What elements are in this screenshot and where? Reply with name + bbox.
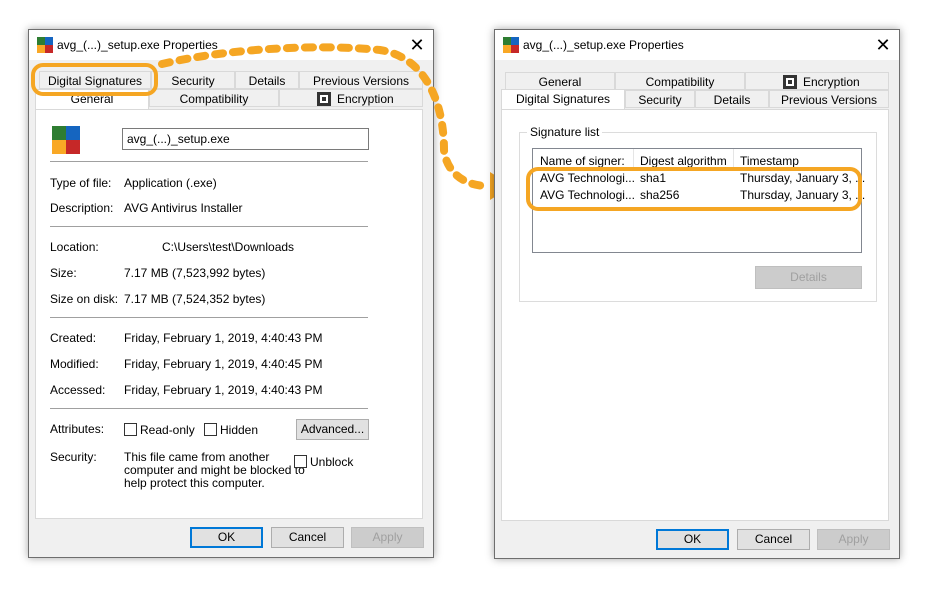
separator (50, 161, 368, 162)
separator (50, 408, 368, 409)
avg-app-icon (37, 37, 53, 53)
tab-previous-versions[interactable]: Previous Versions (769, 90, 889, 108)
security-label: Security: (50, 450, 97, 464)
size-value: 7.17 MB (7,523,992 bytes) (124, 266, 266, 280)
modified-value: Friday, February 1, 2019, 4:40:45 PM (124, 357, 323, 371)
tab-compatibility[interactable]: Compatibility (615, 72, 745, 90)
tab-general[interactable]: General (505, 72, 615, 90)
encryption-shield-icon (783, 75, 797, 89)
right-titlebar: avg_(...)_setup.exe Properties ✕ (495, 30, 899, 60)
accessed-value: Friday, February 1, 2019, 4:40:43 PM (124, 383, 323, 397)
description-label: Description: (50, 201, 114, 215)
ok-button[interactable]: OK (656, 529, 729, 550)
type-label: Type of file: (50, 176, 112, 190)
right-properties-dialog: avg_(...)_setup.exe Properties ✕ General… (494, 29, 900, 559)
column-divider (633, 149, 634, 169)
size-on-disk-value: 7.17 MB (7,524,352 bytes) (124, 292, 266, 306)
tab-security[interactable]: Security (151, 71, 235, 89)
tab-encryption[interactable]: Encryption (745, 72, 889, 90)
left-properties-dialog: avg_(...)_setup.exe Properties ✕ Digital… (28, 29, 434, 558)
close-icon[interactable]: ✕ (873, 35, 893, 55)
highlight-signature-rows (526, 167, 862, 211)
security-text-line2: computer and might be blocked to (124, 463, 305, 477)
modified-label: Modified: (50, 357, 99, 371)
left-general-panel: avg_(...)_setup.exe Type of file: Applic… (35, 109, 423, 519)
hidden-checkbox[interactable] (204, 423, 217, 436)
tab-previous-versions[interactable]: Previous Versions (299, 71, 423, 89)
cancel-button[interactable]: Cancel (271, 527, 344, 548)
created-value: Friday, February 1, 2019, 4:40:43 PM (124, 331, 323, 345)
hidden-label: Hidden (220, 423, 259, 437)
tab-details[interactable]: Details (695, 90, 769, 108)
location-label: Location: (50, 240, 99, 254)
type-value: Application (.exe) (124, 176, 217, 190)
column-header-timestamp[interactable]: Timestamp (740, 154, 799, 168)
column-divider (733, 149, 734, 169)
column-header-signer[interactable]: Name of signer: (540, 154, 625, 168)
tab-encryption-label: Encryption (803, 75, 860, 89)
details-button[interactable]: Details (755, 266, 862, 289)
tab-encryption-label: Encryption (337, 92, 394, 106)
tab-security[interactable]: Security (625, 90, 695, 108)
apply-button[interactable]: Apply (351, 527, 424, 548)
size-label: Size: (50, 266, 77, 280)
accessed-label: Accessed: (50, 383, 106, 397)
size-on-disk-label: Size on disk: (50, 292, 119, 306)
separator (50, 317, 368, 318)
advanced-button[interactable]: Advanced... (296, 419, 369, 440)
avg-file-icon (52, 126, 80, 154)
left-window-title: avg_(...)_setup.exe Properties (57, 38, 218, 52)
apply-button[interactable]: Apply (817, 529, 890, 550)
ok-button[interactable]: OK (190, 527, 263, 548)
unblock-label: Unblock (310, 455, 354, 469)
separator (50, 226, 368, 227)
signature-list-title: Signature list (527, 125, 603, 139)
security-text-line1: This file came from another (124, 450, 270, 464)
attributes-label: Attributes: (50, 422, 105, 436)
avg-app-icon (503, 37, 519, 53)
readonly-checkbox[interactable] (124, 423, 137, 436)
tab-digital-signatures[interactable]: Digital Signatures (501, 89, 625, 110)
tab-encryption[interactable]: Encryption (279, 89, 423, 107)
left-titlebar: avg_(...)_setup.exe Properties ✕ (29, 30, 433, 60)
close-icon[interactable]: ✕ (407, 35, 427, 55)
tab-compatibility[interactable]: Compatibility (149, 89, 279, 107)
readonly-label: Read-only (140, 423, 195, 437)
encryption-shield-icon (317, 92, 331, 106)
column-header-digest[interactable]: Digest algorithm (640, 154, 727, 168)
unblock-checkbox[interactable] (294, 455, 307, 468)
highlight-digital-signatures-tab (31, 63, 158, 96)
created-label: Created: (50, 331, 97, 345)
right-window-title: avg_(...)_setup.exe Properties (523, 38, 684, 52)
cancel-button[interactable]: Cancel (737, 529, 810, 550)
location-value: C:\Users\test\Downloads (162, 240, 295, 254)
description-value: AVG Antivirus Installer (124, 201, 243, 215)
tab-details[interactable]: Details (235, 71, 299, 89)
security-text-line3: help protect this computer. (124, 476, 265, 490)
filename-field[interactable]: avg_(...)_setup.exe (122, 128, 369, 150)
